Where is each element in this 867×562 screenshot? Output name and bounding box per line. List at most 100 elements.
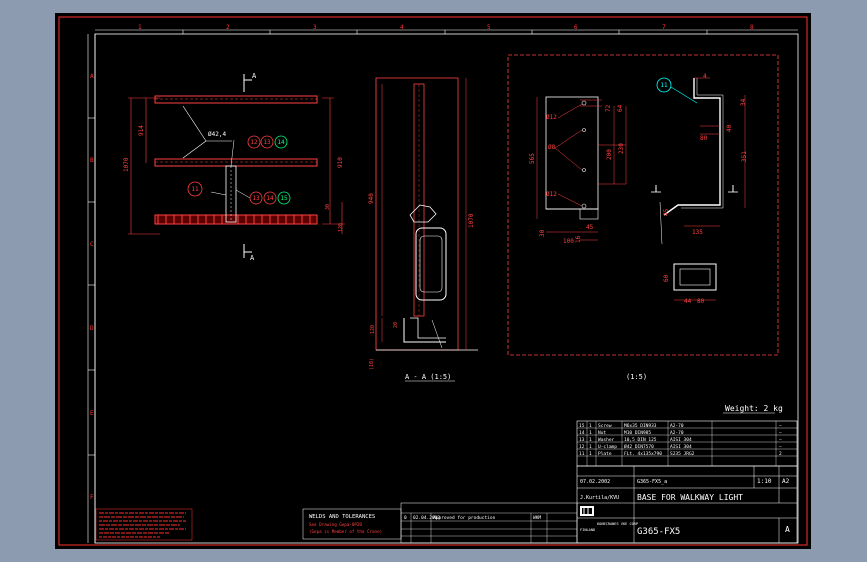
dim-20: 20 (393, 322, 399, 328)
bom-extra: — (779, 438, 782, 443)
zone-num-8: 8 (750, 24, 754, 31)
zone-num-3: 3 (313, 24, 317, 31)
dim-10: (10) (369, 358, 375, 370)
rev-by: WKM (533, 515, 541, 521)
bom-name: Washer (598, 437, 615, 443)
bom-qty: 1 (589, 451, 592, 457)
tb-file: G365-FX5_a (637, 479, 667, 485)
bom-mat: S235 JRG2 (670, 451, 695, 457)
bom-spec: FLt. 4x135x790 (624, 451, 662, 457)
bom-mat: A2-70 (670, 430, 684, 436)
zone-num-6: 6 (574, 24, 578, 31)
dim-dia: Ø42,4 (208, 131, 226, 138)
dim-1070-section: 1070 (468, 213, 475, 228)
bom-spec: Ø42 DIN7570 (624, 443, 654, 450)
dim-120-section: 120 (370, 325, 376, 334)
bom-qty: 1 (589, 444, 592, 450)
dim-45: 45 (586, 224, 594, 231)
bom-extra: — (779, 424, 782, 429)
zone-letter-c: C (90, 241, 94, 248)
bom-name: U-clamp (598, 444, 617, 450)
welds-line1: See Drawing Gepa-0P20 (309, 522, 362, 527)
tb-scale: 1:10 (757, 478, 772, 485)
dim-351: 351 (741, 151, 748, 162)
dim-d8: Ø8 (548, 144, 556, 151)
balloon-11: 11 (191, 186, 199, 193)
dim-4: 4 (703, 73, 707, 80)
tb-rev: A (785, 525, 790, 534)
dim-30-detail: 30 (539, 229, 546, 237)
weight-label: Weight: 2 kg (725, 404, 783, 413)
dim-34: 34 (740, 98, 747, 106)
balloon-14b: 14 (266, 195, 274, 202)
dim-30: 30 (325, 204, 331, 210)
dim-44: 44 (684, 298, 692, 305)
tb-drawing-no: G365-FX5 (637, 527, 680, 537)
rev-text: Approved for production (433, 515, 496, 521)
zone-num-1: 1 (138, 24, 142, 31)
dim-230: 230 (618, 143, 625, 154)
bom-item: 13 (579, 437, 585, 443)
dim-565: 565 (529, 153, 536, 164)
bom-item: 12 (579, 444, 585, 450)
dim-1070: 1070 (123, 157, 130, 172)
zone-num-4: 4 (400, 24, 404, 31)
zone-num-7: 7 (662, 24, 666, 31)
bom-item: 11 (579, 451, 585, 457)
bom-spec: 10,5 DIN 125 (624, 437, 657, 443)
dim-d12a: Ø12 (546, 114, 557, 121)
section-label: A - A (1:5) (405, 373, 451, 381)
welds-title: WELDS AND TOLERANCES (309, 514, 375, 520)
dim-80b: 80 (697, 298, 705, 305)
dim-60: 60 (663, 274, 670, 282)
dim-135: 135 (692, 229, 703, 236)
bom-extra: — (779, 431, 782, 436)
zone-letter-f: F (90, 494, 94, 501)
bom-qty: 1 (589, 437, 592, 443)
tb-title: BASE FOR WALKWAY LIGHT (637, 493, 743, 502)
tb-drawn-by: J.Kurtila/KVU (580, 495, 619, 501)
dim-200: 200 (606, 149, 613, 160)
tb-size: A2 (782, 478, 790, 485)
welds-line2: (Gepa is Member of the Crane) (309, 529, 382, 534)
bom-name: Nut (598, 430, 606, 436)
dim-d12b: Ø12 (546, 191, 557, 198)
bom-extra: — (779, 445, 782, 450)
bom-spec: M6x35 DIN933 (624, 423, 657, 429)
balloon-13b: 13 (252, 195, 260, 202)
detail-label: (1:5) (626, 373, 647, 381)
dim-16: 16 (575, 235, 582, 243)
tb-country: FINLAND (580, 528, 595, 532)
bom-spec: M10 DIN985 (624, 430, 651, 436)
bom-mat: A2-70 (670, 423, 684, 429)
dim-100: 100 (563, 238, 574, 245)
balloon-15: 15 (280, 195, 288, 202)
balloon-12: 12 (250, 139, 258, 146)
zone-letter-b: B (90, 157, 94, 164)
dim-40: 40 (726, 124, 733, 132)
dim-910: 910 (337, 157, 344, 168)
detail-balloon-11: 11 (660, 82, 668, 89)
dim-120: 120 (338, 223, 344, 232)
bom-mat: AISI 304 (670, 437, 692, 443)
bom-mat: AISI 304 (670, 444, 692, 450)
dim-80: 80 (700, 135, 708, 142)
bom-extra: 2 (779, 451, 782, 457)
dim-940: 940 (368, 193, 375, 204)
balloon-13a: 13 (263, 139, 271, 146)
balloon-14a: 14 (277, 139, 285, 146)
tb-date: 07.02.2002 (580, 479, 610, 485)
rev-letter: 0 (404, 515, 407, 521)
zone-num-5: 5 (487, 24, 491, 31)
bom-item: 15 (579, 423, 585, 429)
tb-company: KONECRANES VKE CORP (597, 522, 638, 526)
bom-name: Plate (598, 451, 612, 457)
zone-letter-e: E (90, 410, 94, 417)
zone-letter-a: A (90, 73, 94, 80)
cad-sheet: 1 2 3 4 5 6 7 8 A B C D E F A A 1070 914 (55, 13, 811, 549)
dim-72: 72 (605, 104, 612, 112)
drawing-window: 1 2 3 4 5 6 7 8 A B C D E F A A 1070 914 (0, 0, 867, 562)
sheet-background (55, 13, 811, 549)
dim-64: 64 (617, 104, 624, 112)
dim-914: 914 (138, 125, 145, 136)
